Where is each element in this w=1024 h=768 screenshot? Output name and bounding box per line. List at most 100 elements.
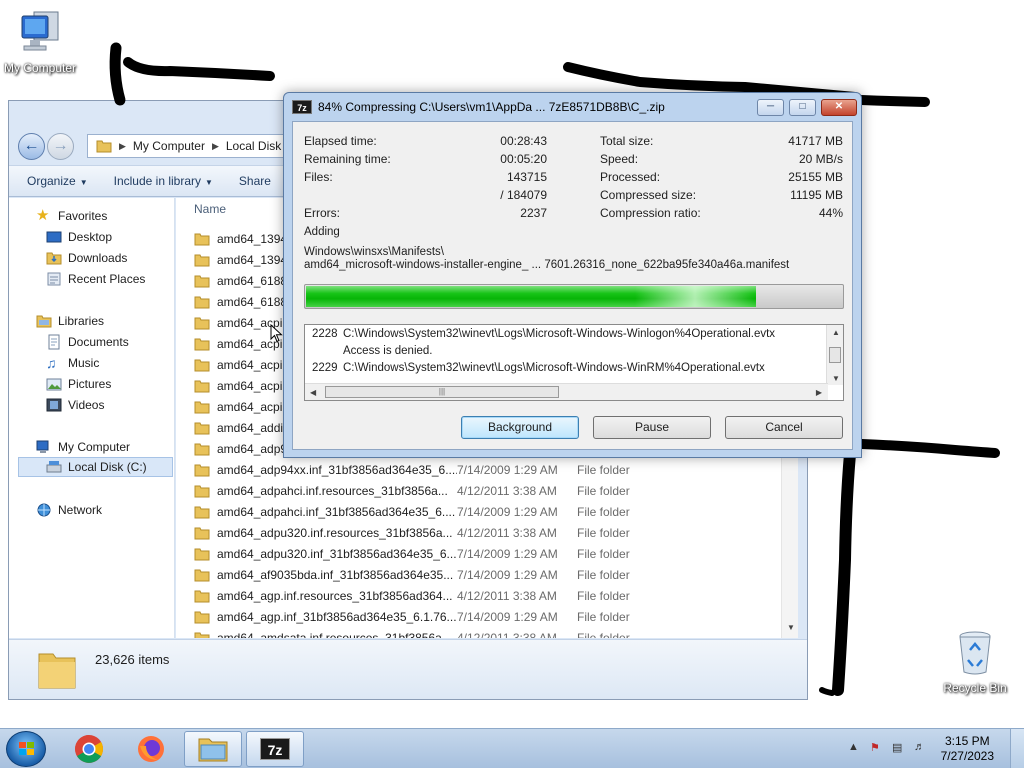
share-menu[interactable]: Share [239,174,271,188]
background-button[interactable]: Background [461,416,579,439]
log-text: C:\Windows\System32\winevt\Logs\Microsof… [343,362,765,374]
scroll-left-icon[interactable]: ◀ [310,388,316,397]
show-desktop-button[interactable] [1010,729,1024,768]
nav-pictures[interactable]: Pictures [46,374,111,394]
scroll-down-icon[interactable]: ▼ [832,374,840,383]
scroll-right-icon[interactable]: ▶ [816,388,822,397]
action-center-icon[interactable]: ⚑ [870,741,880,754]
folder-icon [194,464,210,476]
desktop-icon-my-computer[interactable]: My Computer [0,10,80,75]
file-date: 4/12/2011 3:38 AM [457,525,557,540]
log-vertical-scrollbar[interactable]: ▲ ▼ [826,325,843,385]
folder-icon [96,140,112,153]
breadcrumb-local-disk[interactable]: Local Disk ( [226,139,289,153]
desktop-icon-recycle-bin[interactable]: Recycle Bin [935,630,1015,695]
file-row[interactable]: amd64_adpahci.inf_31bf3856ad364e35_6....… [194,501,630,522]
nav-videos[interactable]: Videos [46,395,104,415]
organize-menu[interactable]: Organize ▼ [27,174,88,188]
include-in-library-menu[interactable]: Include in library ▼ [114,174,213,188]
nav-libraries[interactable]: Libraries [36,311,104,331]
close-button[interactable]: ✕ [821,99,857,116]
stat-value: 44% [818,206,843,220]
nav-downloads[interactable]: Downloads [46,248,127,268]
file-row[interactable]: amd64_adpahci.inf.resources_31bf3856a...… [194,480,630,501]
file-row[interactable]: amd64_amdsata.inf.resources_31bf3856a...… [194,627,630,638]
file-name: amd64_agp.inf_31bf3856ad364e35_6.1.76... [217,609,457,624]
file-date: 4/12/2011 3:38 AM [457,630,557,639]
file-row[interactable]: amd64_adpu320.inf.resources_31bf3856a...… [194,522,630,543]
folder-icon [194,359,210,371]
column-header-name[interactable]: Name [194,202,226,216]
file-row[interactable]: amd64_adp94xx.inf_31bf3856ad364e35_6....… [194,459,630,480]
file-row[interactable]: amd64_adpu320.inf_31bf3856ad364e35_6....… [194,543,630,564]
breadcrumb-my-computer[interactable]: My Computer [133,139,205,153]
file-date: 4/12/2011 3:38 AM [457,483,557,498]
nav-favorites[interactable]: ★ Favorites [36,206,107,226]
nav-music[interactable]: ♫ Music [46,353,99,373]
log-number: 2229 [312,362,338,374]
desktop-icon-label: My Computer [3,61,77,75]
taskbar-chrome[interactable] [60,731,118,767]
nav-my-computer[interactable]: My Computer [36,437,130,457]
clock[interactable]: 3:15 PM 7/27/2023 [941,734,994,764]
log-number: 2228 [312,328,338,340]
folder-icon [194,401,210,413]
nav-label: Recent Places [68,272,146,286]
file-row[interactable]: amd64_agp.inf_31bf3856ad364e35_6.1.76...… [194,606,630,627]
chrome-icon [75,735,103,763]
folder-icon [194,632,210,638]
folder-icon [194,527,210,539]
back-button[interactable]: ← [18,133,45,160]
stat-value: 00:28:43 [500,134,547,148]
folder-icon [194,338,210,350]
error-log-list[interactable]: 2228 C:\Windows\System32\winevt\Logs\Mic… [304,324,844,401]
file-name: amd64_amdsata.inf.resources_31bf3856a... [217,630,452,639]
windows-logo-icon [19,742,34,755]
file-row[interactable]: amd64_agp.inf.resources_31bf3856ad364...… [194,585,630,606]
stat-value: 2237 [520,206,547,220]
log-hscroll-thumb[interactable]: ||| [325,386,559,398]
nav-label: Pictures [68,377,112,391]
file-row[interactable]: amd64_af9035bda.inf_31bf3856ad364e35... 7… [194,564,630,585]
taskbar-explorer[interactable] [184,731,242,767]
file-name: amd64_agp.inf.resources_31bf3856ad364... [217,588,453,603]
videos-icon [46,398,62,412]
chevron-right-icon: ▶ [211,140,219,151]
log-text: Access is denied. [343,345,433,357]
network-tray-icon[interactable]: ▤ [892,741,902,754]
computer-icon [21,11,59,51]
log-scroll-thumb[interactable] [829,347,841,363]
file-name: amd64_adpu320.inf.resources_31bf3856a... [217,525,453,540]
start-button[interactable] [6,731,46,767]
nav-recent-places[interactable]: Recent Places [46,269,145,289]
nav-desktop[interactable]: Desktop [46,227,112,247]
stat-value: / 184079 [500,188,547,202]
music-icon: ♫ [46,355,57,371]
nav-local-disk[interactable]: Local Disk (C:) [18,457,173,477]
pause-button[interactable]: Pause [593,416,711,439]
dialog-title-bar[interactable]: 7z 84% Compressing C:\Users\vm1\AppDa ..… [284,93,861,121]
log-horizontal-scrollbar[interactable]: ◀ ||| ▶ [305,383,828,400]
current-path: Windows\winsxs\Manifests\ [304,246,444,258]
forward-button[interactable]: → [47,133,74,160]
stat-label: Compressed size: [600,188,697,202]
nav-label: Music [68,356,100,370]
recycle-bin-icon [959,631,991,675]
show-hidden-icons[interactable]: ▲ [848,741,859,753]
log-text: C:\Windows\System32\winevt\Logs\Microsof… [343,328,776,340]
volume-icon[interactable]: ♬ [914,741,925,753]
taskbar-firefox[interactable] [122,731,180,767]
maximize-button[interactable]: □ [789,99,816,116]
nav-documents[interactable]: Documents [46,332,129,352]
cancel-button[interactable]: Cancel [725,416,843,439]
nav-network[interactable]: Network [36,500,102,520]
scribble-stroke [857,439,1000,458]
file-type: File folder [577,609,630,624]
minimize-button[interactable]: ─ [757,99,784,116]
scroll-up-icon[interactable]: ▲ [832,328,840,337]
caret-down-icon: ▼ [79,178,88,187]
folder-icon [194,485,210,497]
scroll-down-icon[interactable]: ▼ [787,623,795,632]
taskbar-7zip[interactable]: 7z [246,731,304,767]
nav-label: Videos [68,398,105,412]
